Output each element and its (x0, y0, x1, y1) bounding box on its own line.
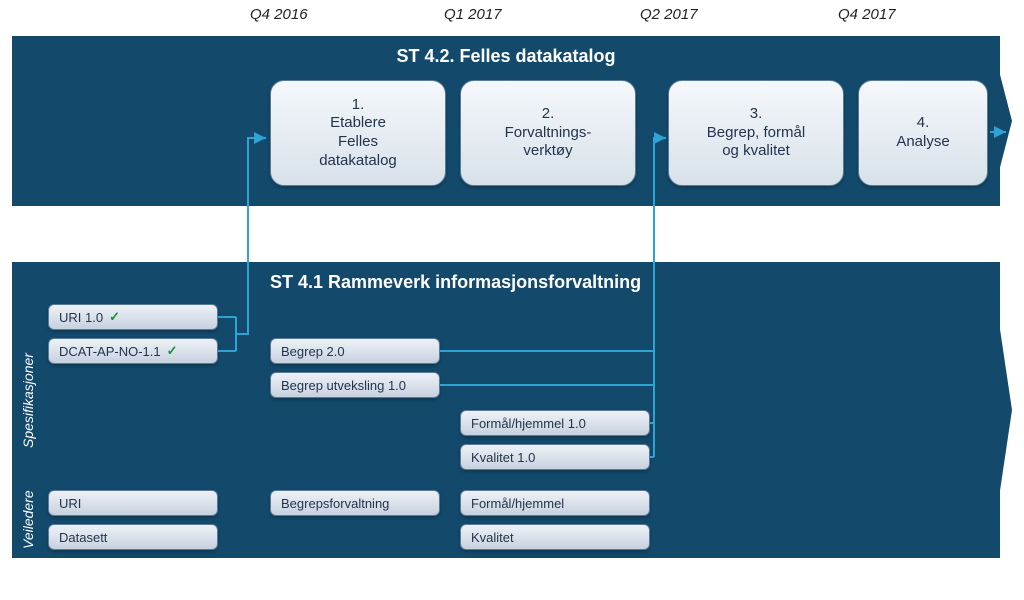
timeline-q1-2017: Q1 2017 (444, 6, 502, 23)
timeline-q4-2016: Q4 2016 (250, 6, 308, 23)
phase-1-num: 1. (279, 96, 437, 115)
phase-3-line1: Begrep, formål (677, 124, 835, 143)
guide-begrepsforvaltning: Begrepsforvaltning (270, 490, 440, 516)
phase-4-box: 4. Analyse (858, 80, 988, 186)
phase-2-box: 2. Forvaltnings- verktøy (460, 80, 636, 186)
guide-formaal: Formål/hjemmel (460, 490, 650, 516)
guide-datasett: Datasett (48, 524, 218, 550)
phase-1-line2: Felles (279, 133, 437, 152)
spec-uri10-label: URI 1.0 (59, 310, 103, 325)
spec-kvalitet10: Kvalitet 1.0 (460, 444, 650, 470)
phase-1-line3: datakatalog (279, 152, 437, 171)
spec-begrep-exch: Begrep utveksling 1.0 (270, 372, 440, 398)
side-label-specs: Spesifikasjoner (20, 353, 36, 448)
panel-rammeverk: ST 4.1 Rammeverk informasjonsforvaltning… (12, 262, 1000, 558)
guide-kvalitet: Kvalitet (460, 524, 650, 550)
phase-3-line2: og kvalitet (677, 142, 835, 161)
side-label-guides: Veiledere (20, 490, 36, 549)
timeline-row: Q4 2016 Q1 2017 Q2 2017 Q4 2017 (0, 6, 1000, 30)
phase-2-line2: verktøy (469, 142, 627, 161)
panel-arrowhead-icon (990, 36, 1012, 206)
timeline-q2-2017: Q2 2017 (640, 6, 698, 23)
panel-arrowhead-icon (990, 262, 1012, 558)
guide-uri: URI (48, 490, 218, 516)
timeline-q4-2017: Q4 2017 (838, 6, 896, 23)
spec-dcat: DCAT-AP-NO-1.1 ✓ (48, 338, 218, 364)
spec-dcat-label: DCAT-AP-NO-1.1 (59, 344, 161, 359)
phase-2-num: 2. (469, 105, 627, 124)
check-icon: ✓ (167, 343, 178, 359)
phase-3-num: 3. (677, 105, 835, 124)
phase-1-line1: Etablere (279, 114, 437, 133)
phase-2-line1: Forvaltnings- (469, 124, 627, 143)
spec-begrep20: Begrep 2.0 (270, 338, 440, 364)
phase-4-num: 4. (867, 114, 979, 133)
spec-uri10: URI 1.0 ✓ (48, 304, 218, 330)
phase-1-box: 1. Etablere Felles datakatalog (270, 80, 446, 186)
phase-3-box: 3. Begrep, formål og kvalitet (668, 80, 844, 186)
phase-4-line1: Analyse (867, 133, 979, 152)
panel-bottom-title: ST 4.1 Rammeverk informasjonsforvaltning (270, 272, 641, 293)
panel-top-title: ST 4.2. Felles datakatalog (396, 46, 615, 67)
panel-datakatalog: ST 4.2. Felles datakatalog 1. Etablere F… (12, 36, 1000, 206)
check-icon: ✓ (109, 309, 120, 325)
spec-formaal10: Formål/hjemmel 1.0 (460, 410, 650, 436)
